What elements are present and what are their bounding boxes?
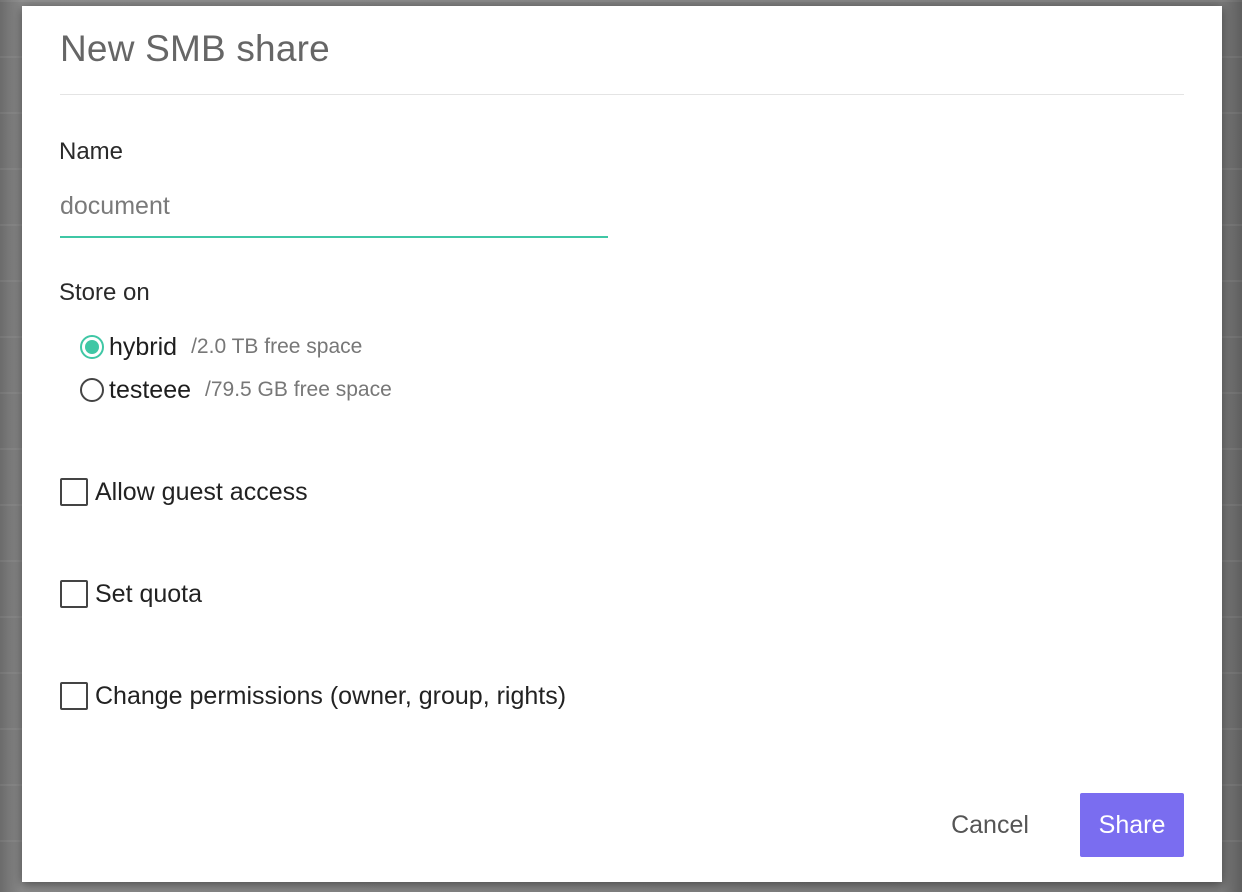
set-quota-label: Set quota	[95, 579, 203, 608]
change-permissions-option[interactable]: Change permissions (owner, group, rights…	[60, 681, 566, 711]
store-option-free-space: /79.5 GB free space	[205, 378, 392, 401]
name-input[interactable]	[60, 184, 608, 238]
title-divider	[60, 94, 1184, 95]
store-option-hybrid[interactable]: hybrid /2.0 TB free space	[80, 332, 362, 362]
cancel-button[interactable]: Cancel	[936, 793, 1044, 857]
store-option-name: testeee	[109, 375, 192, 404]
store-option-testeee[interactable]: testeee /79.5 GB free space	[80, 375, 392, 405]
change-permissions-label: Change permissions (owner, group, rights…	[95, 681, 567, 710]
set-quota-option[interactable]: Set quota	[60, 579, 202, 609]
store-option-free-space: /2.0 TB free space	[191, 335, 363, 358]
allow-guest-access-option[interactable]: Allow guest access	[60, 477, 308, 507]
radio-selected-icon[interactable]	[80, 335, 104, 359]
allow-guest-access-label: Allow guest access	[95, 477, 308, 506]
allow-guest-access-checkbox[interactable]	[60, 478, 88, 506]
store-on-label: Store on	[59, 279, 150, 306]
name-label: Name	[59, 138, 124, 165]
store-option-name: hybrid	[109, 332, 178, 361]
share-button[interactable]: Share	[1080, 793, 1184, 857]
change-permissions-checkbox[interactable]	[60, 682, 88, 710]
radio-unselected-icon[interactable]	[80, 378, 104, 402]
dialog-title: New SMB share	[60, 28, 330, 69]
new-smb-share-dialog: New SMB share Name Store on hybrid /2.0 …	[22, 6, 1222, 882]
set-quota-checkbox[interactable]	[60, 580, 88, 608]
